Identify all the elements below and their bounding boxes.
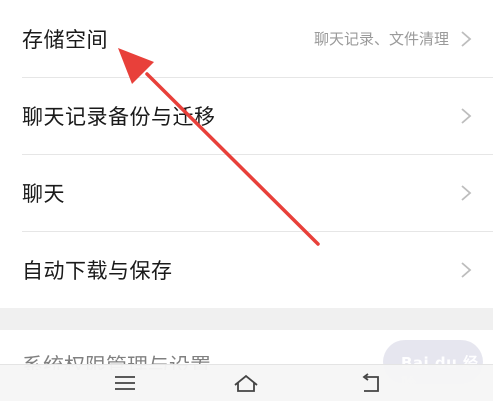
- home-icon[interactable]: [231, 371, 261, 395]
- back-icon[interactable]: [356, 371, 386, 395]
- chevron-right-icon: [461, 184, 472, 201]
- settings-item-subtitle: 聊天记录、文件清理: [313, 30, 449, 48]
- chevron-right-icon: [461, 30, 472, 47]
- settings-item-label: 聊天记录备份与迁移: [22, 104, 216, 129]
- settings-item-auto-download[interactable]: 自动下载与保存: [0, 231, 493, 308]
- settings-item-chat-backup[interactable]: 聊天记录备份与迁移: [0, 77, 493, 154]
- settings-item-chat[interactable]: 聊天: [0, 154, 493, 231]
- settings-item-label: 聊天: [22, 181, 65, 206]
- chevron-right-icon: [461, 261, 472, 278]
- settings-list: 存储空间 聊天记录、文件清理 聊天记录备份与迁移 聊天 自动下载与保存: [0, 0, 493, 308]
- chevron-right-icon: [461, 107, 472, 124]
- settings-item-label: 自动下载与保存: [22, 258, 173, 283]
- settings-item-label: 存储空间: [22, 27, 108, 52]
- settings-item-storage[interactable]: 存储空间 聊天记录、文件清理: [0, 0, 493, 77]
- menu-icon[interactable]: [110, 371, 140, 395]
- section-gap: [0, 308, 493, 330]
- navigation-bar: [0, 364, 493, 401]
